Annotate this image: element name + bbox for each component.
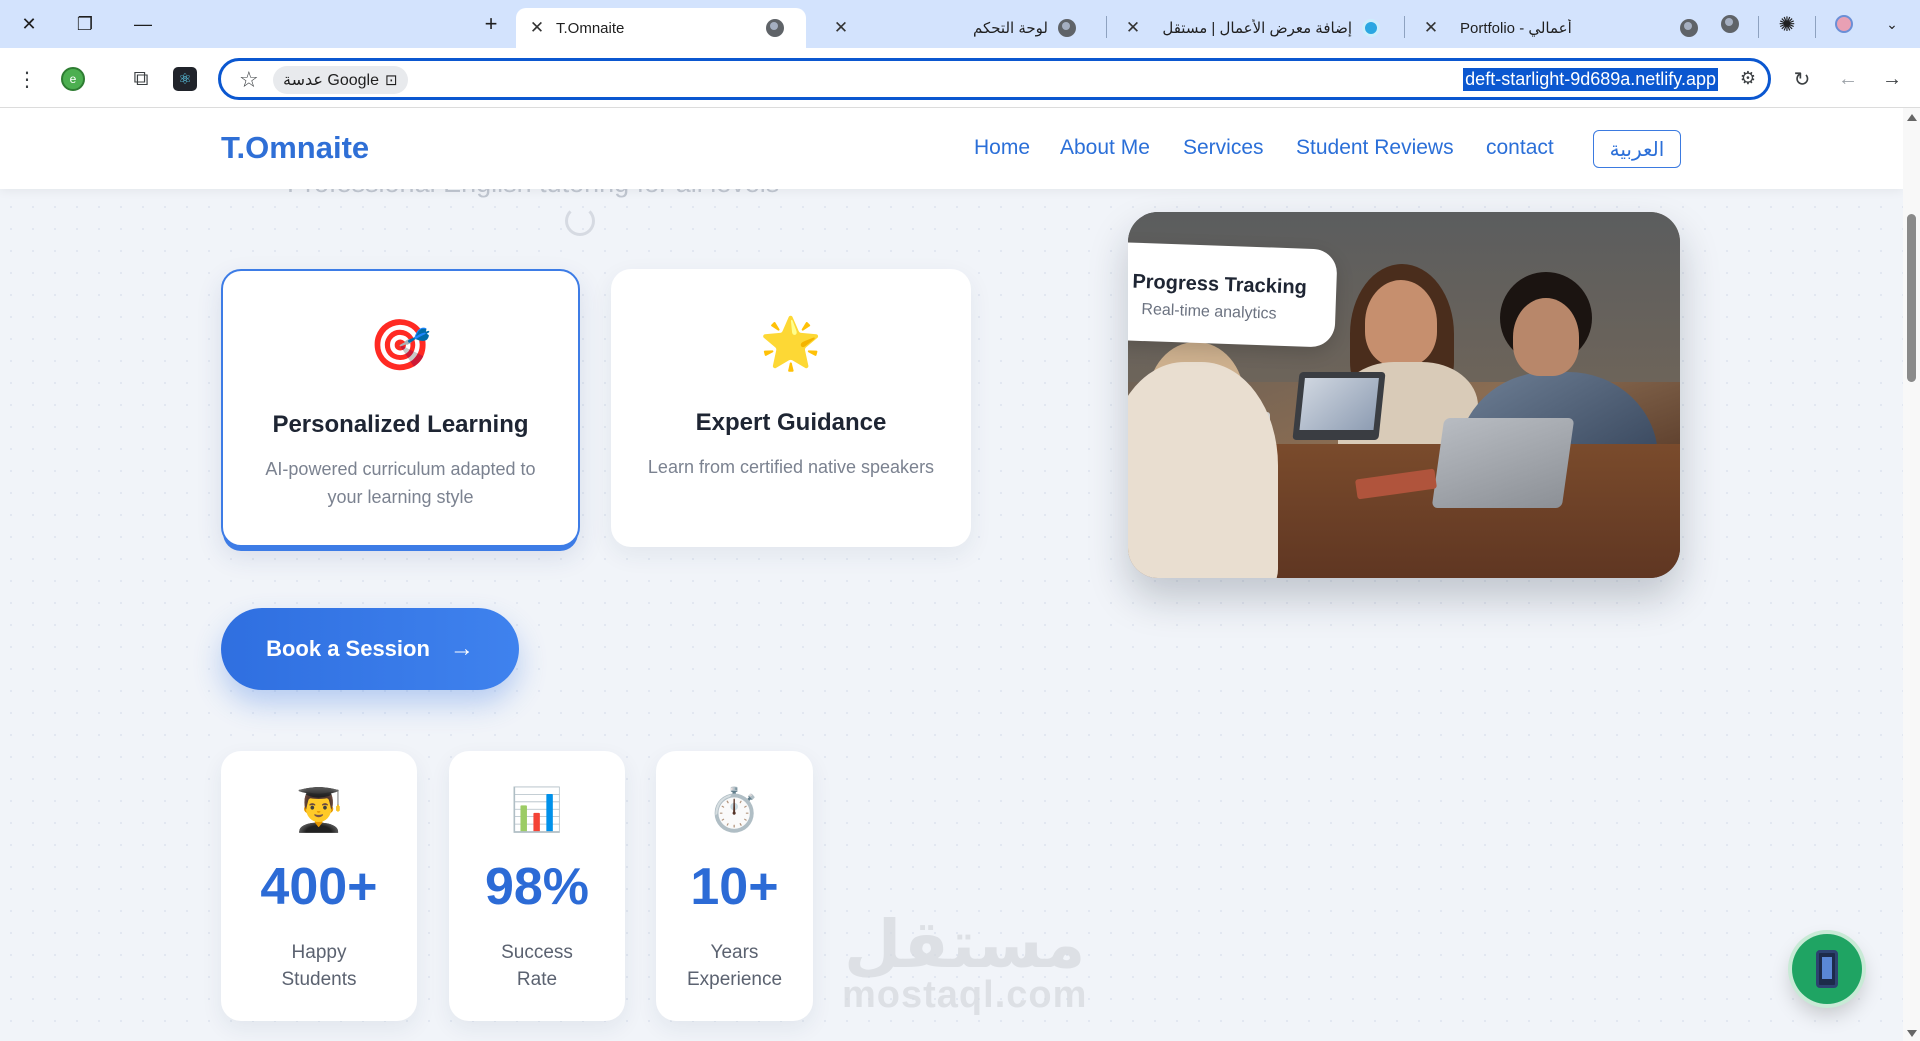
feature-description: AI-powered curriculum adapted to your le… bbox=[265, 459, 536, 507]
lens-icon: ⊡ bbox=[384, 72, 398, 89]
tab-title: لوحة التحكم bbox=[972, 20, 1048, 37]
back-arrow-icon[interactable]: → bbox=[1879, 66, 1905, 92]
scroll-up-arrow-icon[interactable] bbox=[1907, 114, 1917, 121]
tab-close-icon[interactable]: ✕ bbox=[1124, 18, 1142, 38]
bar-chart-icon: 📊 bbox=[510, 785, 564, 833]
browser-toolbar: ⋮ e ⧉ ⚛ ☆ عدسة Google ⊡ deft-starlight-9… bbox=[0, 48, 1920, 108]
extension-evernote-icon[interactable]: e bbox=[60, 66, 86, 92]
window-minimize-icon[interactable]: — bbox=[128, 10, 158, 38]
watermark-arabic: مستقل bbox=[844, 907, 1086, 981]
stat-card-students: 👨‍🎓 400+ Happy Students bbox=[221, 751, 417, 1021]
website-viewport: Professional English tutoring for all le… bbox=[0, 108, 1903, 1041]
bookmark-star-icon[interactable]: ☆ bbox=[239, 67, 259, 93]
react-devtools-icon[interactable]: ⚛ bbox=[172, 66, 198, 92]
badge-subtitle: Real-time analytics bbox=[1141, 300, 1277, 323]
tab-separator bbox=[1758, 16, 1759, 38]
window-close-icon[interactable]: ✕ bbox=[14, 10, 44, 38]
tab-title: إضافة معرض الأعمال | مستقل bbox=[1162, 20, 1352, 37]
scroll-down-arrow-icon[interactable] bbox=[1907, 1030, 1917, 1037]
browser-tab-bar: ✕ ❐ — + ✕ T.Omnaite ✕ لوحة التحكم ✕ إضاف… bbox=[0, 0, 1920, 48]
nav-home[interactable]: Home bbox=[974, 136, 1030, 160]
window-restore-icon[interactable]: ❐ bbox=[70, 10, 100, 38]
tab-separator bbox=[1404, 16, 1405, 38]
nav-about-me[interactable]: About Me bbox=[1060, 136, 1150, 160]
feature-card-personalized-learning[interactable]: 🎯 Personalized Learning AI-powered curri… bbox=[221, 269, 580, 547]
stat-value: 400+ bbox=[260, 858, 378, 916]
student-icon: 👨‍🎓 bbox=[292, 785, 346, 833]
scrollbar-thumb[interactable] bbox=[1907, 214, 1916, 382]
stat-value: 98% bbox=[484, 858, 590, 916]
feature-title: Expert Guidance bbox=[695, 409, 887, 436]
photo-person bbox=[1513, 298, 1579, 376]
address-bar[interactable]: ☆ عدسة Google ⊡ deft-starlight-9d689a.ne… bbox=[218, 58, 1771, 100]
tab-close-icon[interactable]: ✕ bbox=[1422, 18, 1440, 38]
kebab-menu-icon[interactable]: ⋮ bbox=[14, 66, 40, 92]
tab-mostaql-portfolio[interactable]: ✕ إضافة معرض الأعمال | مستقل bbox=[1114, 8, 1392, 48]
profile-avatar-icon[interactable] bbox=[1829, 10, 1859, 38]
photo-person bbox=[1365, 280, 1437, 366]
feature-description: Learn from certified native speakers bbox=[647, 457, 935, 477]
tab-close-icon[interactable]: ✕ bbox=[528, 18, 546, 38]
stat-label: Years Experience bbox=[686, 942, 783, 990]
globe-icon bbox=[1680, 19, 1698, 37]
tab-tomnaite[interactable]: ✕ T.Omnaite bbox=[516, 8, 806, 48]
page-scrollbar[interactable] bbox=[1903, 108, 1920, 1041]
site-settings-icon[interactable]: ⚙ bbox=[1740, 68, 1756, 89]
target-icon: 🎯 bbox=[369, 316, 432, 373]
book-session-label: Book a Session bbox=[266, 636, 430, 661]
stat-card-success-rate: 📊 98% Success Rate bbox=[449, 751, 625, 1021]
students-photo: Progress Tracking Real-time analytics bbox=[1128, 212, 1680, 578]
stat-card-experience: ⏱️ 10+ Years Experience bbox=[656, 751, 813, 1021]
watermark-latin: mostaql.com bbox=[842, 974, 1088, 1016]
feature-title: Personalized Learning bbox=[272, 411, 529, 438]
phone-icon bbox=[1816, 950, 1838, 988]
globe-icon bbox=[1058, 19, 1076, 37]
stat-label: Success Rate bbox=[501, 942, 573, 990]
tab-separator bbox=[1815, 16, 1816, 38]
tab-title: T.Omnaite bbox=[556, 19, 625, 37]
extensions-puzzle-icon[interactable]: ⧉ bbox=[128, 66, 154, 92]
forward-arrow-icon[interactable]: ← bbox=[1835, 66, 1861, 92]
tab-title: Portfolio - أعمالي bbox=[1460, 20, 1572, 37]
mostaql-favicon-icon bbox=[1362, 19, 1380, 37]
nav-services[interactable]: Services bbox=[1183, 136, 1264, 160]
star-icon: 🌟 bbox=[759, 314, 823, 371]
globe-icon[interactable] bbox=[1715, 10, 1745, 38]
badge-title: Progress Tracking bbox=[1132, 270, 1308, 299]
stat-value: 10+ bbox=[690, 858, 779, 916]
progress-tracking-badge: Progress Tracking Real-time analytics bbox=[1128, 242, 1338, 348]
lens-chip-label: عدسة Google bbox=[283, 72, 379, 89]
site-navbar: T.Omnaite Home About Me Services Student… bbox=[0, 108, 1903, 189]
photo-person bbox=[1128, 362, 1278, 578]
language-toggle-button[interactable]: العربية bbox=[1593, 130, 1681, 168]
address-url[interactable]: deft-starlight-9d689a.netlify.app bbox=[1463, 68, 1718, 91]
mostaql-watermark: مستقل mostaql.com bbox=[842, 907, 1088, 1017]
reload-icon[interactable]: ↻ bbox=[1789, 66, 1815, 92]
book-session-button[interactable]: Book a Session → bbox=[221, 608, 519, 690]
tab-portfolio[interactable]: ✕ Portfolio - أعمالي bbox=[1410, 8, 1700, 48]
site-logo[interactable]: T.Omnaite bbox=[221, 130, 369, 166]
google-lens-chip[interactable]: عدسة Google ⊡ bbox=[273, 66, 408, 94]
openai-icon[interactable]: ✺ bbox=[1772, 10, 1802, 38]
tab-separator bbox=[1106, 16, 1107, 38]
tab-close-icon[interactable]: ✕ bbox=[832, 18, 850, 38]
new-tab-icon[interactable]: + bbox=[476, 10, 506, 38]
globe-icon bbox=[766, 19, 784, 37]
stopwatch-icon: ⏱️ bbox=[708, 785, 761, 833]
stat-label: Happy Students bbox=[281, 942, 357, 990]
photo-laptop bbox=[1431, 418, 1575, 508]
arrow-right-icon: → bbox=[449, 635, 474, 662]
photo-laptop bbox=[1292, 372, 1386, 440]
loading-spinner-icon bbox=[565, 206, 595, 236]
tab-dashboard[interactable]: ✕ لوحة التحكم bbox=[820, 8, 1092, 48]
mobile-view-fab-button[interactable] bbox=[1792, 934, 1862, 1004]
nav-student-reviews[interactable]: Student Reviews bbox=[1296, 136, 1454, 160]
feature-card-expert-guidance[interactable]: 🌟 Expert Guidance Learn from certified n… bbox=[611, 269, 971, 547]
nav-contact[interactable]: contact bbox=[1486, 136, 1554, 160]
tab-search-chevron-icon[interactable]: ⌄ bbox=[1877, 10, 1907, 38]
